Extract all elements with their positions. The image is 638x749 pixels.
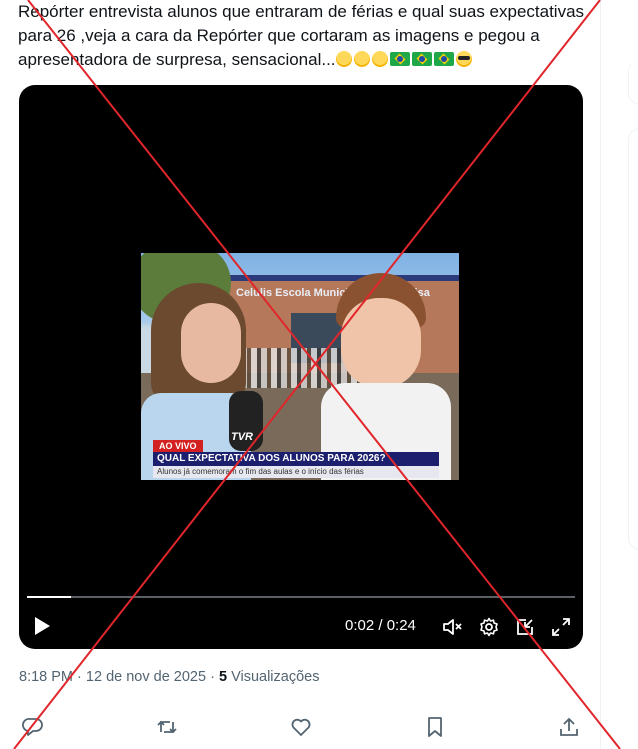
video-time: 0:02 / 0:24 [345,617,416,634]
bookmark-icon[interactable] [424,716,446,738]
picture-in-picture-icon[interactable] [515,617,535,637]
rolling-laughing-emoji [371,51,388,67]
joy-emoji [353,51,370,67]
tweet-meta: 8:18 PM · 12 de nov de 2025 · 5 Visualiz… [19,669,320,685]
brazil-flag-emoji [411,52,432,66]
retweet-icon[interactable] [156,716,178,738]
channel-logo: TVR [231,431,253,443]
news-subline: Alunos já comemoram o fim das aulas e o … [153,466,439,478]
settings-icon[interactable] [479,617,499,637]
news-headline: QUAL EXPECTATIVA DOS ALUNOS PARA 2026? [153,452,439,466]
tweet-body: Repórter entrevista alunos que entraram … [18,2,585,69]
views-count: 5 [218,669,228,685]
play-icon[interactable] [33,616,51,636]
brazil-flag-emoji [433,52,454,66]
video-progress-bar[interactable] [27,596,575,598]
video-progress-fill [27,596,71,598]
tweet-date[interactable]: 12 de nov de 2025 [86,669,206,685]
brazil-flag-emoji [389,52,410,66]
like-icon[interactable] [290,716,312,738]
video-player[interactable]: Celulis Escola Municip Elisa TVR AO VIVO… [19,85,583,649]
rolling-laughing-emoji [335,51,352,67]
student-figure [321,273,451,480]
right-sidebar-edge [628,0,638,749]
views-label: Visualizações [231,669,320,685]
tweet-time[interactable]: 8:18 PM [19,669,73,685]
tweet-text: Repórter entrevista alunos que entraram … [18,0,593,72]
mute-icon[interactable] [442,617,462,637]
reply-icon[interactable] [22,716,44,738]
live-tag: AO VIVO [153,440,203,452]
tweet-actions [0,716,600,740]
sidebar-card-edge [628,128,638,550]
sunglasses-emoji [455,51,472,67]
sidebar-card-edge [628,60,638,105]
fullscreen-icon[interactable] [551,617,571,637]
share-icon[interactable] [558,716,580,738]
video-frame-image: Celulis Escola Municip Elisa TVR AO VIVO… [141,253,459,480]
timeline-column-border [600,0,601,749]
